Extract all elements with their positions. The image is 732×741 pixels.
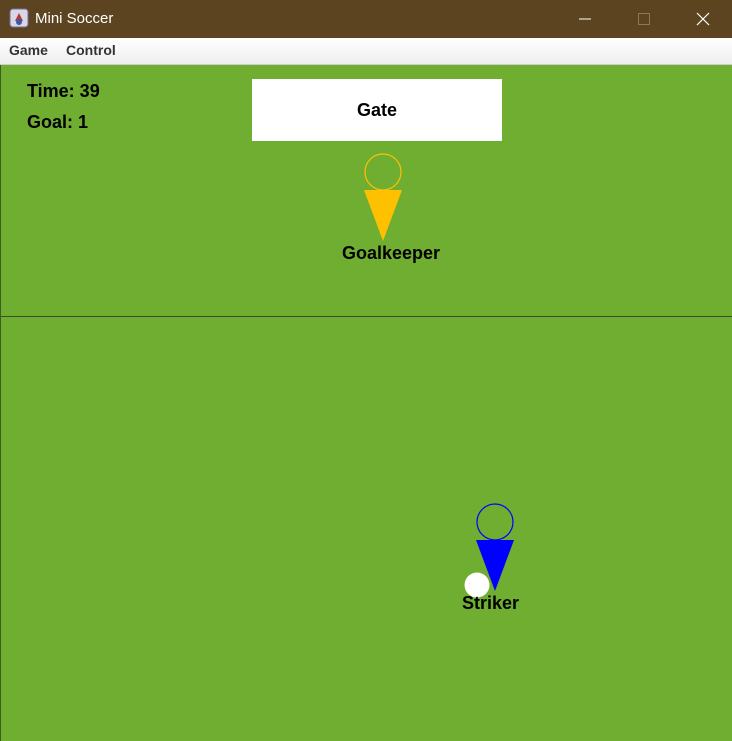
soccer-field: Time: 39 Goal: 1 Gate Goalkeeper Striker: [0, 65, 732, 741]
close-icon: [696, 12, 710, 26]
menu-game[interactable]: Game: [9, 42, 48, 59]
window-title: Mini Soccer: [35, 10, 114, 27]
midfield-line: [1, 316, 732, 317]
time-display: Time: 39: [27, 81, 100, 101]
striker-label: Striker: [462, 593, 520, 613]
menu-bar: Game Control: [0, 38, 732, 65]
goal-display: Goal: 1: [27, 112, 89, 132]
maximize-button[interactable]: [615, 0, 673, 38]
menu-control[interactable]: Control: [66, 42, 116, 59]
java-app-icon: [9, 8, 29, 28]
minimize-button[interactable]: [556, 0, 614, 38]
close-button[interactable]: [674, 0, 732, 38]
goal-gate: Gate: [252, 79, 502, 141]
striker-head: [476, 503, 514, 541]
goalkeeper-label: Goalkeeper: [342, 243, 441, 263]
minimize-icon: [579, 18, 591, 20]
gate-label: Gate: [356, 99, 398, 120]
goalkeeper-body: [364, 190, 402, 241]
title-bar: Mini Soccer: [0, 0, 732, 38]
goalkeeper-head: [364, 153, 402, 191]
maximize-icon: [638, 13, 650, 25]
goalkeeper-player: [364, 153, 402, 241]
